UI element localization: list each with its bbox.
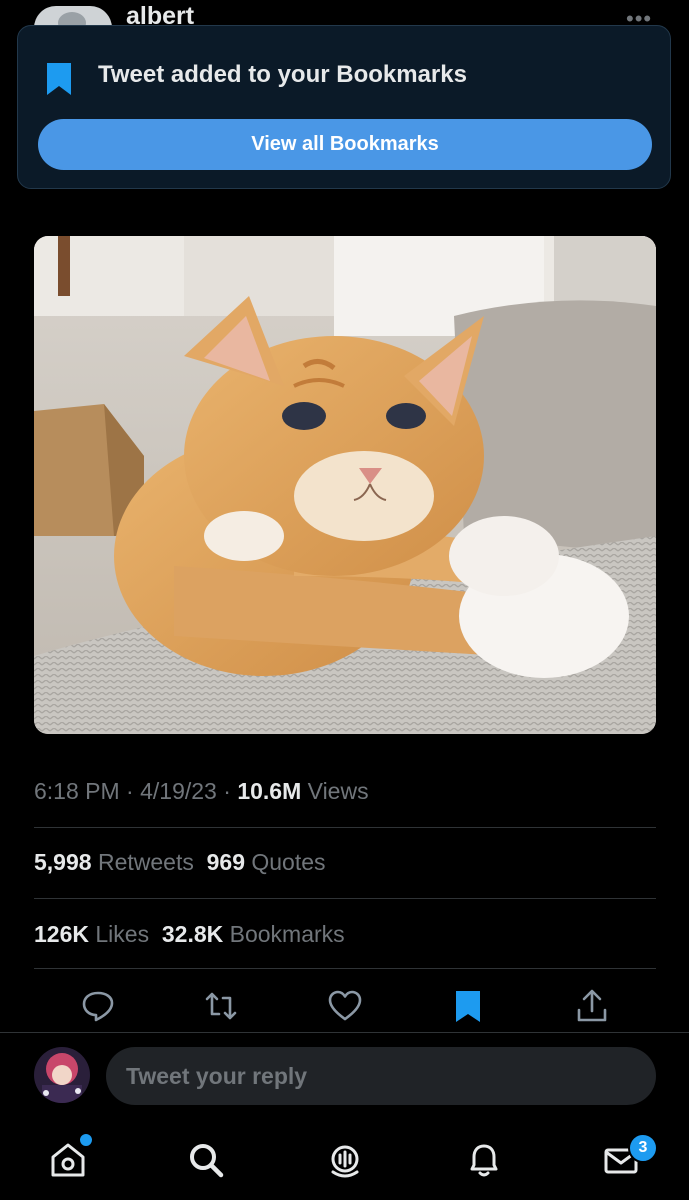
quotes-stat[interactable]: 969 Quotes bbox=[207, 849, 326, 875]
retweet-icon[interactable] bbox=[203, 988, 239, 1024]
meta-separator: · bbox=[223, 778, 231, 804]
tweet-image[interactable] bbox=[34, 236, 656, 734]
retweets-stat[interactable]: 5,998 Retweets bbox=[34, 849, 194, 875]
bookmarks-stat[interactable]: 32.8K Bookmarks bbox=[162, 921, 345, 947]
retweets-label: Retweets bbox=[97, 849, 194, 875]
divider bbox=[34, 827, 656, 828]
bookmark-toast: Tweet added to your Bookmarks View all B… bbox=[17, 25, 671, 189]
views-label: Views bbox=[307, 778, 369, 804]
view-all-bookmarks-button[interactable]: View all Bookmarks bbox=[38, 119, 652, 170]
toast-message: Tweet added to your Bookmarks bbox=[98, 61, 467, 88]
tweet-date: 4/19/23 bbox=[140, 778, 217, 804]
tweet-time: 6:18 PM bbox=[34, 778, 120, 804]
quotes-label: Quotes bbox=[251, 849, 326, 875]
meta-separator: · bbox=[126, 778, 134, 804]
bookmarks-label: Bookmarks bbox=[229, 921, 345, 947]
likes-label: Likes bbox=[95, 921, 150, 947]
divider bbox=[0, 1032, 689, 1033]
divider bbox=[34, 968, 656, 969]
engagement-row-2: 126K Likes 32.8K Bookmarks bbox=[34, 921, 345, 948]
retweets-count: 5,998 bbox=[34, 849, 92, 875]
spaces-icon[interactable] bbox=[325, 1140, 365, 1180]
notifications-icon[interactable] bbox=[464, 1140, 504, 1180]
likes-stat[interactable]: 126K Likes bbox=[34, 921, 149, 947]
engagement-row-1: 5,998 Retweets 969 Quotes bbox=[34, 849, 326, 876]
share-icon[interactable] bbox=[574, 988, 610, 1024]
reply-icon[interactable] bbox=[80, 988, 116, 1024]
tweet-timestamp: 6:18 PM · 4/19/23 · 10.6M Views bbox=[34, 778, 369, 805]
divider bbox=[34, 898, 656, 899]
user-avatar[interactable] bbox=[34, 1047, 90, 1103]
likes-count: 126K bbox=[34, 921, 89, 947]
reply-input[interactable]: Tweet your reply bbox=[106, 1047, 656, 1105]
bookmarks-count: 32.8K bbox=[161, 921, 224, 947]
bookmark-icon[interactable] bbox=[450, 988, 486, 1024]
home-notification-dot bbox=[78, 1132, 94, 1148]
quotes-count: 969 bbox=[206, 849, 245, 875]
search-icon[interactable] bbox=[186, 1140, 226, 1180]
messages-badge: 3 bbox=[628, 1133, 658, 1163]
views-count: 10.6M bbox=[237, 778, 302, 804]
bookmark-icon bbox=[47, 63, 71, 95]
like-icon[interactable] bbox=[327, 988, 363, 1024]
